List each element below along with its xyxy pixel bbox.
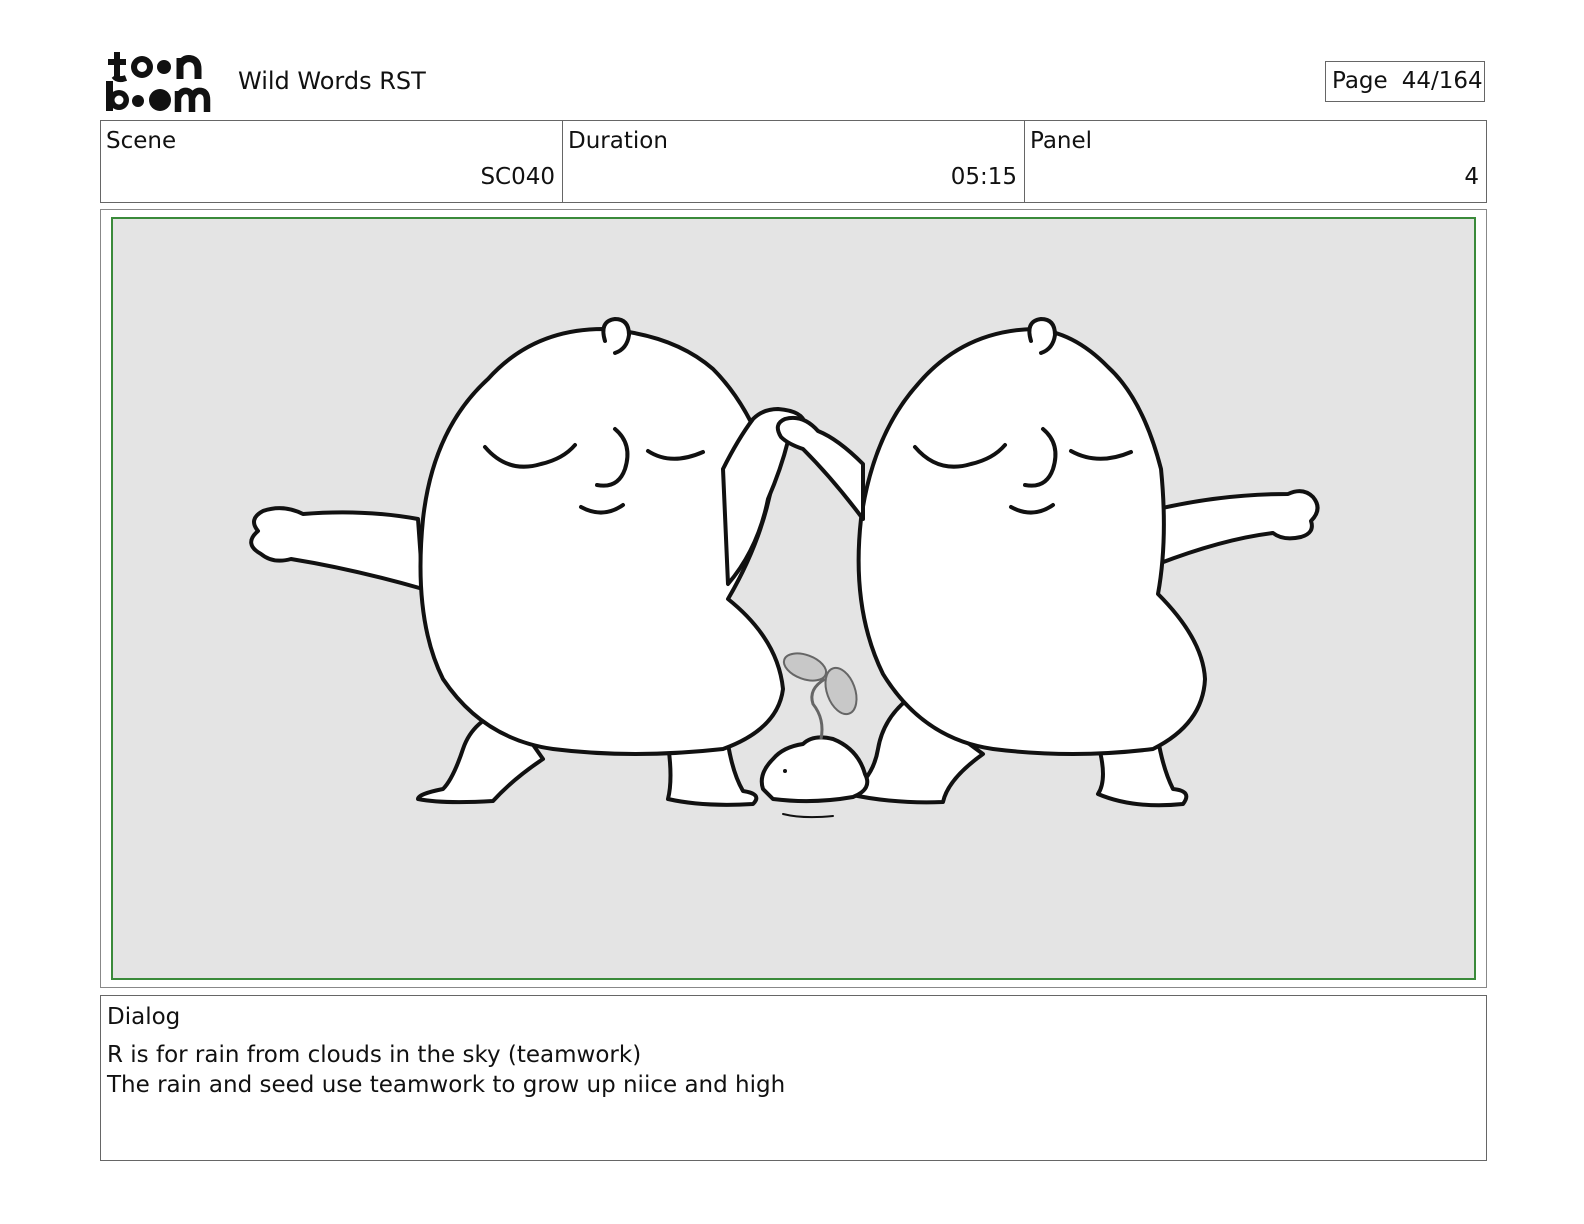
duration-cell: Duration 05:15 [563,121,1025,202]
panel-value: 4 [1464,164,1479,190]
toon-boom-logo-icon [106,52,211,112]
page-indicator: Page 44/164 [1325,61,1485,102]
toon-boom-logo [100,48,218,114]
duration-value: 05:15 [950,164,1017,190]
panel-info-row: Scene SC040 Duration 05:15 Panel 4 [100,120,1487,203]
dialog-label: Dialog [107,1004,181,1030]
dialog-line: R is for rain from clouds in the sky (te… [107,1042,642,1068]
project-title: Wild Words RST [238,67,426,95]
dialog-box: Dialog R is for rain from clouds in the … [100,995,1487,1161]
page-label: Page [1332,68,1388,94]
panel-label: Panel [1030,128,1093,154]
scene-value: SC040 [480,164,555,190]
dialog-text: R is for rain from clouds in the sky (te… [107,1040,785,1100]
panel-frame [100,209,1487,988]
panel-cell: Panel 4 [1025,121,1486,202]
dialog-line: The rain and seed use teamwork to grow u… [107,1072,786,1098]
page-number: 44/164 [1401,68,1483,94]
panel-image [111,217,1476,980]
storyboard-drawing-icon [249,317,1320,819]
scene-label: Scene [106,128,177,154]
duration-label: Duration [568,128,668,154]
scene-cell: Scene SC040 [101,121,563,202]
